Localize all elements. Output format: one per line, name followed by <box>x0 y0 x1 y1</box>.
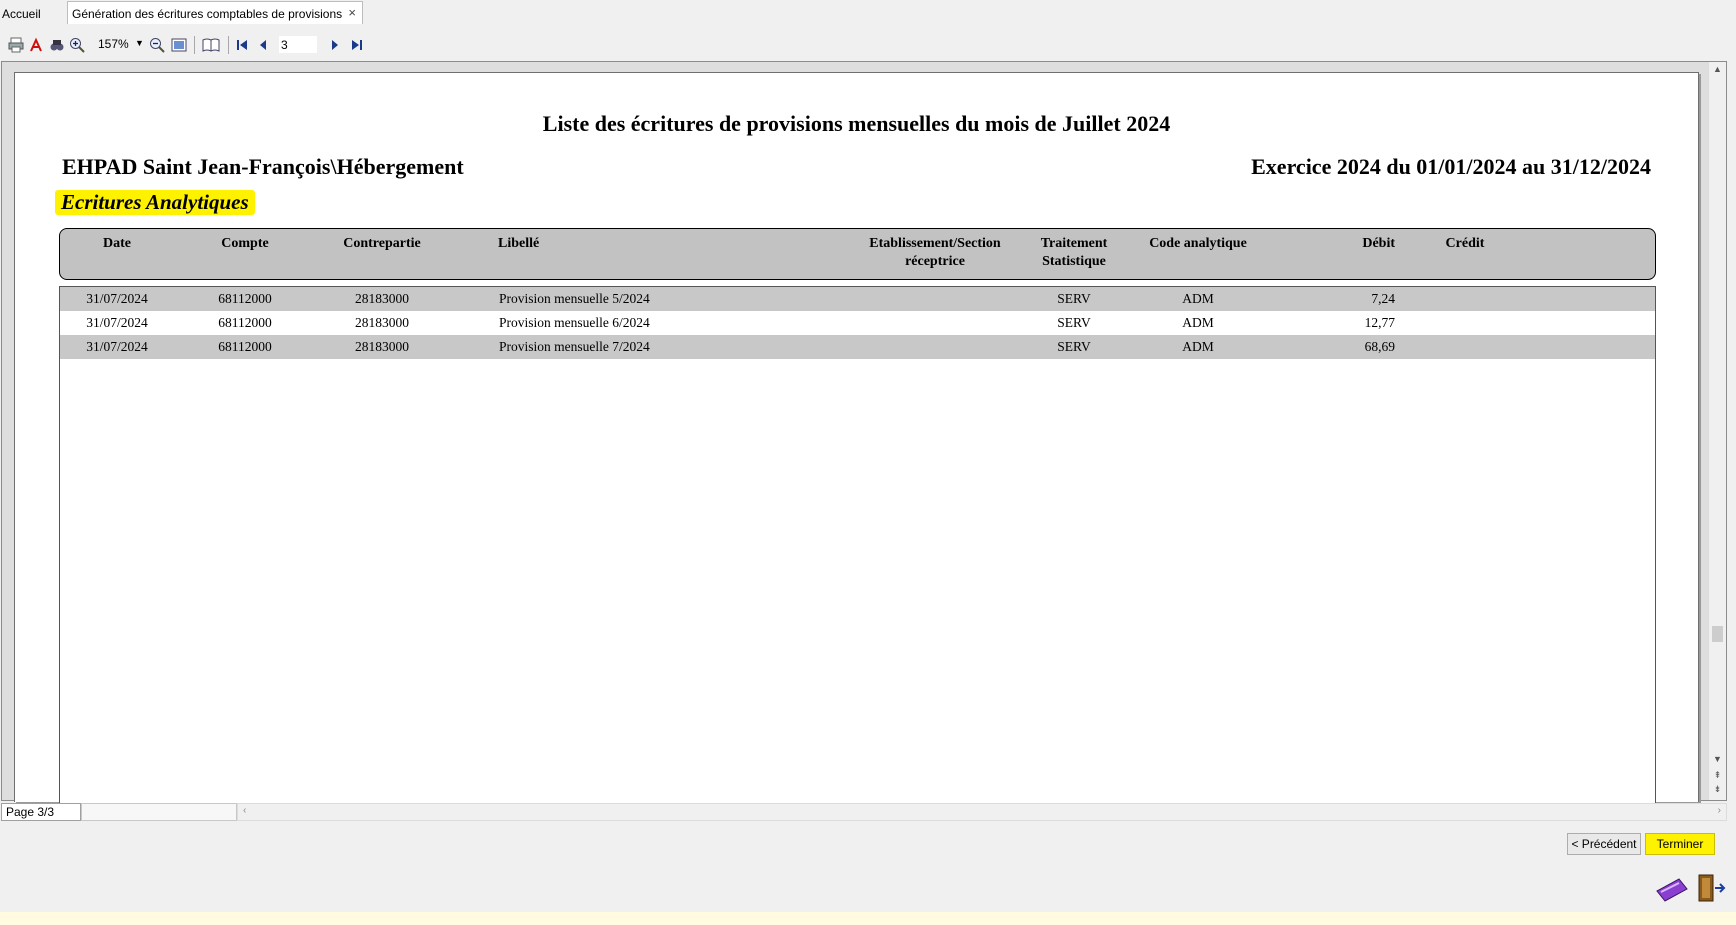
status-panel <box>81 803 237 821</box>
scroll-up-icon[interactable]: ▲ <box>1709 64 1726 74</box>
cell-code: ADM <box>1182 291 1214 306</box>
scroll-left-icon[interactable]: ‹ <box>243 805 246 816</box>
cell-compte: 68112000 <box>218 315 272 330</box>
cell-debit: 68,69 <box>1364 339 1395 354</box>
tab-provisions-label: Génération des écritures comptables de p… <box>72 7 343 21</box>
report-title: Liste des écritures de provisions mensue… <box>542 111 1171 136</box>
col-etablissement-line1: Etablissement/Section <box>869 236 1001 251</box>
tab-accueil[interactable]: Accueil <box>2 7 41 21</box>
zoom-dropdown-icon[interactable]: ▼ <box>135 38 144 48</box>
page-down-icon[interactable]: ⇟ <box>1709 784 1726 795</box>
toolbar-separator <box>228 36 229 54</box>
viewer-toolbar: 157% ▼ <box>0 30 1736 60</box>
scroll-down-icon[interactable]: ▼ <box>1709 754 1726 764</box>
col-traitement-line2: Statistique <box>1042 254 1106 269</box>
table-body: 31/07/2024 68112000 28183000 Provision m… <box>59 286 1656 806</box>
col-contrepartie: Contrepartie <box>343 236 421 251</box>
previous-button[interactable]: < Précédent <box>1567 833 1641 855</box>
cell-date: 31/07/2024 <box>86 291 148 306</box>
cell-compte: 68112000 <box>218 339 272 354</box>
col-traitement-line1: Traitement <box>1040 236 1108 251</box>
table-row: 31/07/2024 68112000 28183000 Provision m… <box>60 335 1655 359</box>
window-edge <box>1730 0 1736 912</box>
tab-bar: Accueil Génération des écritures comptab… <box>0 0 1736 26</box>
cell-compte: 68112000 <box>218 291 272 306</box>
page-view-icon[interactable] <box>170 36 188 54</box>
report-page: Liste des écritures de provisions mensue… <box>14 72 1699 806</box>
page-status: Page 3/3 <box>1 803 81 821</box>
tab-provisions[interactable]: Génération des écritures comptables de p… <box>67 1 363 24</box>
exercise-period: Exercice 2024 du 01/01/2024 au 31/12/202… <box>1251 154 1651 179</box>
cell-contrepartie: 28183000 <box>355 315 409 330</box>
first-page-icon[interactable] <box>234 36 250 54</box>
section-title: Ecritures Analytiques <box>55 190 255 215</box>
page-up-icon[interactable]: ⇞ <box>1709 770 1726 781</box>
organization-name: EHPAD Saint Jean-François\Hébergement <box>62 154 464 179</box>
col-etablissement-line2: réceptrice <box>905 254 965 269</box>
toolbar-separator <box>194 36 195 54</box>
col-traitement: Traitement Statistique <box>1024 235 1124 271</box>
col-credit: Crédit <box>1445 236 1485 251</box>
card-icon[interactable] <box>1655 875 1689 906</box>
cell-date: 31/07/2024 <box>86 339 148 354</box>
cell-date: 31/07/2024 <box>86 315 148 330</box>
table-row: 31/07/2024 68112000 28183000 Provision m… <box>60 287 1655 311</box>
print-icon[interactable] <box>7 36 25 54</box>
col-compte: Compte <box>221 236 269 251</box>
cell-code: ADM <box>1182 315 1214 330</box>
vertical-scrollbar[interactable]: ▲ ▼ ⇞ ⇟ <box>1708 62 1726 800</box>
cell-debit: 7,24 <box>1371 291 1395 306</box>
cell-traitement: SERV <box>1057 291 1091 306</box>
col-libelle: Libellé <box>498 236 540 251</box>
cell-libelle: Provision mensuelle 6/2024 <box>499 315 650 330</box>
scroll-right-icon[interactable]: › <box>1718 805 1721 816</box>
prev-page-icon[interactable] <box>256 36 270 54</box>
table-row: 31/07/2024 68112000 28183000 Provision m… <box>60 311 1655 335</box>
last-page-icon[interactable] <box>349 36 365 54</box>
col-etablissement: Etablissement/Section réceptrice <box>850 235 1020 271</box>
exit-door-icon[interactable] <box>1696 873 1726 906</box>
status-bar: Page 3/3 ‹ › <box>1 803 1727 823</box>
page-number-input[interactable] <box>279 36 317 53</box>
col-debit: Débit <box>1362 236 1395 251</box>
col-date: Date <box>103 236 131 251</box>
horizontal-scrollbar[interactable]: ‹ › <box>237 803 1727 821</box>
cell-traitement: SERV <box>1057 339 1091 354</box>
next-page-icon[interactable] <box>328 36 342 54</box>
cell-contrepartie: 28183000 <box>355 291 409 306</box>
find-icon[interactable] <box>48 36 66 54</box>
scroll-thumb[interactable] <box>1712 626 1723 642</box>
close-tab-icon[interactable]: × <box>348 5 356 20</box>
report-viewer[interactable]: Liste des écritures de provisions mensue… <box>1 61 1727 806</box>
col-code-analytique: Code analytique <box>1149 236 1247 251</box>
footer-strip <box>0 912 1736 925</box>
cell-code: ADM <box>1182 339 1214 354</box>
cell-libelle: Provision mensuelle 5/2024 <box>499 291 650 306</box>
zoom-in-icon[interactable] <box>68 36 86 54</box>
table-header: Date Compte Contrepartie Libellé Etablis… <box>59 228 1656 280</box>
book-icon[interactable] <box>201 36 221 54</box>
cell-libelle: Provision mensuelle 7/2024 <box>499 339 650 354</box>
cell-contrepartie: 28183000 <box>355 339 409 354</box>
pdf-icon[interactable] <box>27 36 45 54</box>
zoom-out-icon[interactable] <box>148 36 166 54</box>
finish-button[interactable]: Terminer <box>1645 833 1715 855</box>
cell-traitement: SERV <box>1057 315 1091 330</box>
zoom-value[interactable]: 157% <box>98 37 129 51</box>
cell-debit: 12,77 <box>1364 315 1395 330</box>
